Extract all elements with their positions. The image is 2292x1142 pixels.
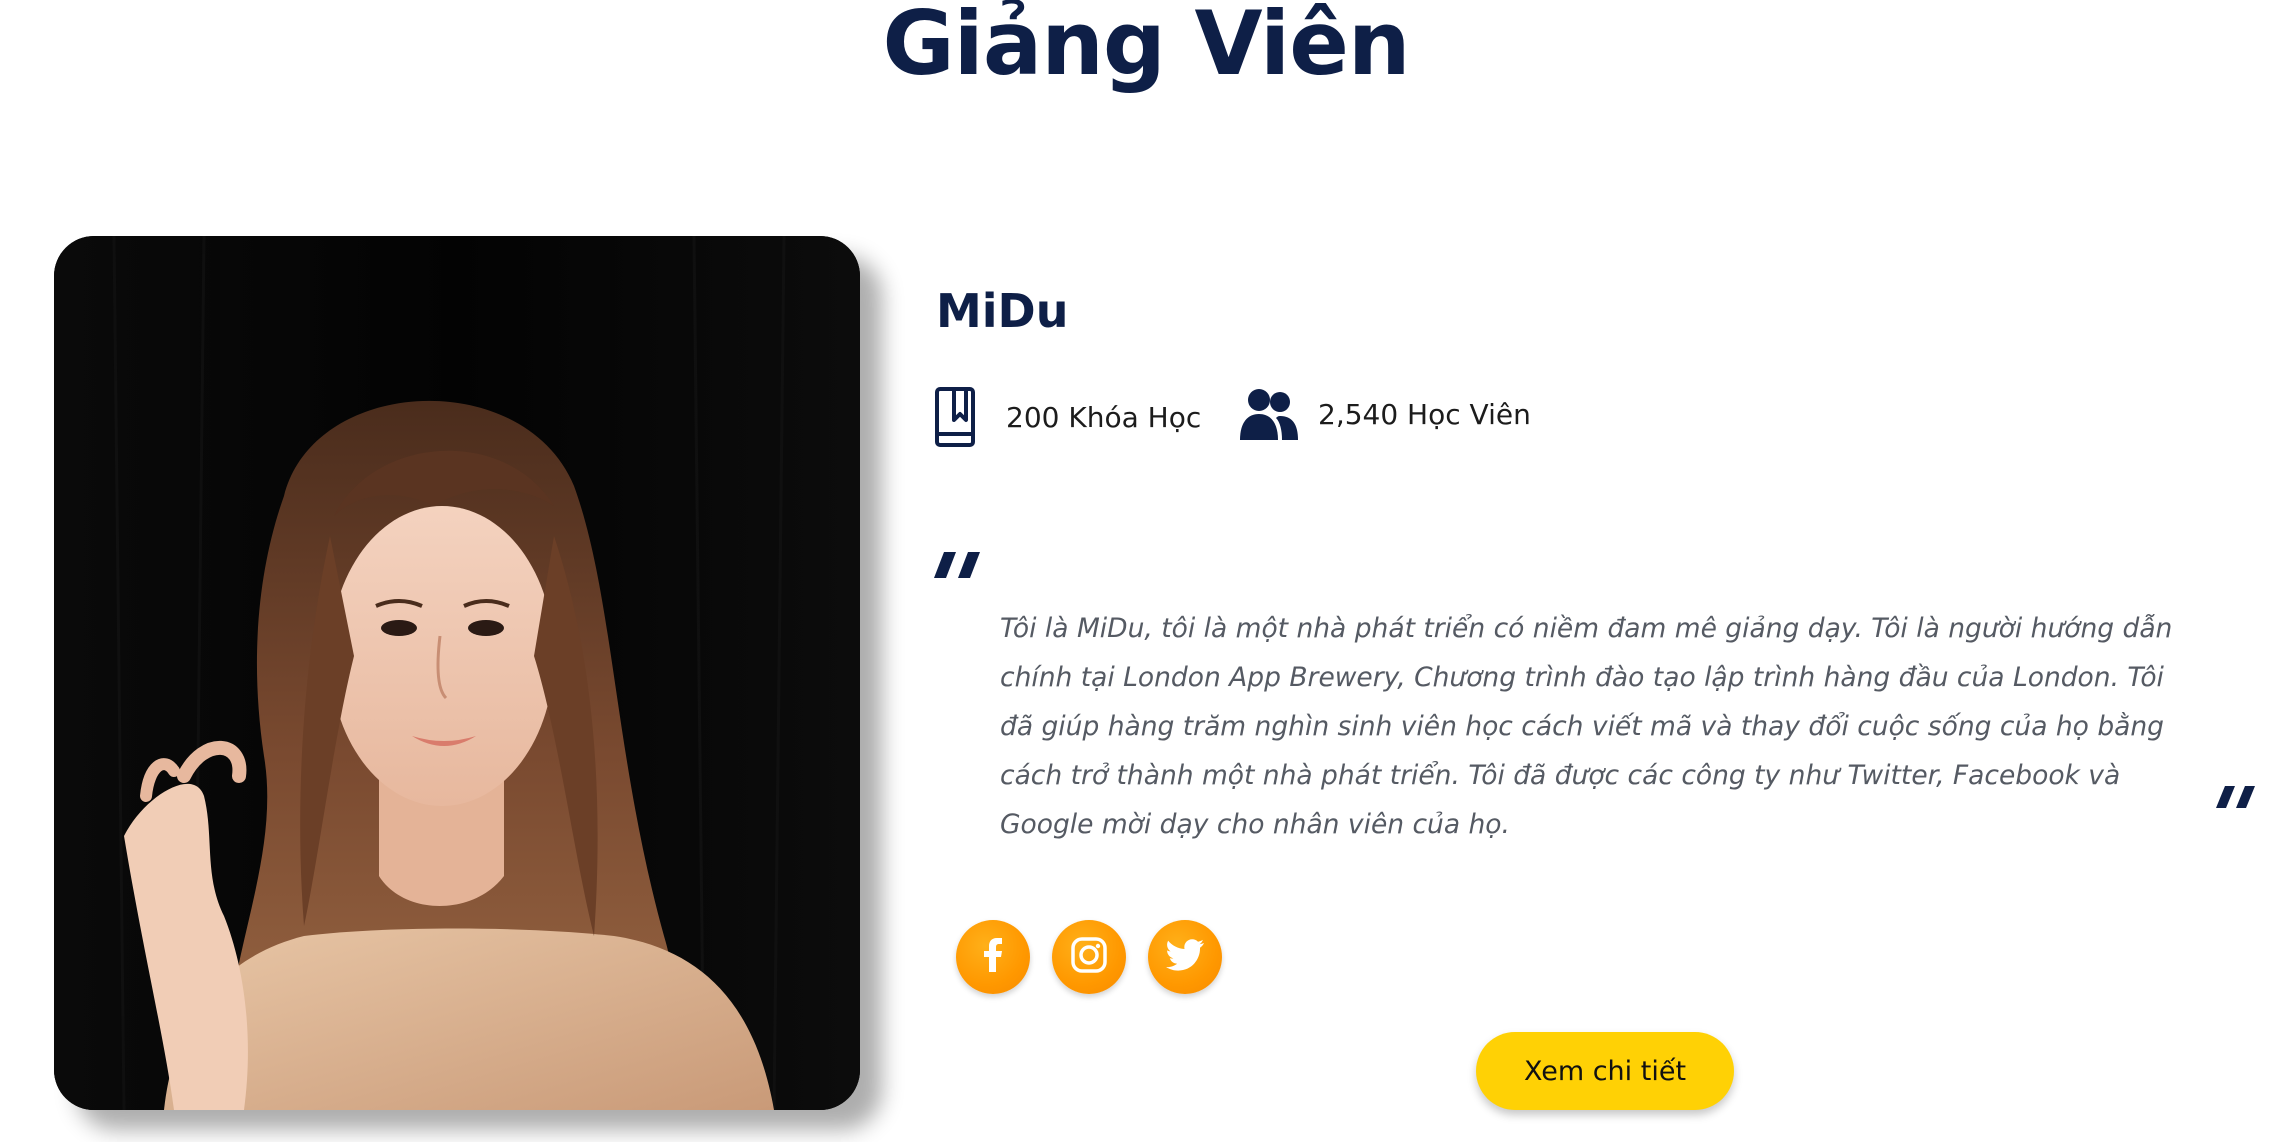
instructor-section: Giảng Viên MiDu 200 Khóa Học 2,540 Học V… bbox=[0, 0, 2292, 1142]
twitter-button[interactable] bbox=[1148, 920, 1222, 994]
social-links bbox=[956, 920, 1244, 994]
instagram-icon bbox=[1071, 936, 1107, 978]
quote-close-icon bbox=[2216, 786, 2256, 815]
instructor-name: MiDu bbox=[936, 284, 1069, 338]
facebook-icon bbox=[984, 937, 1002, 977]
section-title: Giảng Viên bbox=[882, 0, 1410, 95]
instructor-photo bbox=[54, 236, 860, 1110]
courses-stat: 200 Khóa Học bbox=[934, 386, 1201, 448]
view-details-button[interactable]: Xem chi tiết bbox=[1476, 1032, 1734, 1110]
book-icon bbox=[934, 386, 976, 448]
students-count: 2,540 Học Viên bbox=[1318, 397, 1531, 431]
students-stat: 2,540 Học Viên bbox=[1240, 386, 1531, 442]
users-icon bbox=[1240, 386, 1298, 442]
instagram-button[interactable] bbox=[1052, 920, 1126, 994]
facebook-button[interactable] bbox=[956, 920, 1030, 994]
quote-open-icon bbox=[934, 552, 982, 585]
twitter-icon bbox=[1166, 938, 1204, 976]
courses-count: 200 Khóa Học bbox=[1006, 400, 1202, 434]
instructor-bio: Tôi là MiDu, tôi là một nhà phát triển c… bbox=[1000, 613, 2173, 840]
